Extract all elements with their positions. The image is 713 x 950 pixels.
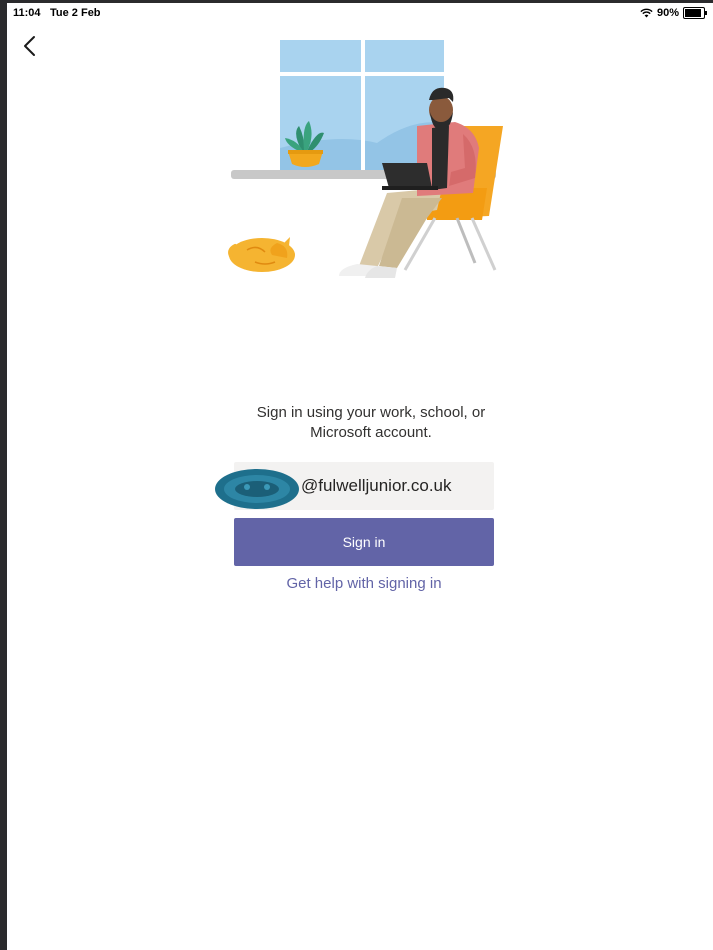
sign-in-button[interactable]: Sign in xyxy=(234,518,494,566)
get-help-link[interactable]: Get help with signing in xyxy=(234,575,494,592)
battery-icon xyxy=(683,7,707,19)
sign-in-prompt: Sign in using your work, school, or Micr… xyxy=(256,404,486,441)
battery-level xyxy=(685,9,702,17)
back-button[interactable] xyxy=(15,31,43,61)
email-domain-text: @fulwelljunior.co.uk xyxy=(301,476,452,495)
status-bar: 11:04 Tue 2 Feb 90% xyxy=(7,3,713,23)
status-time: 11:04 xyxy=(13,7,41,19)
battery-percentage: 90% xyxy=(656,7,679,19)
status-indicators: 90% xyxy=(640,7,707,19)
redaction-mark xyxy=(215,469,299,509)
sign-in-illustration xyxy=(228,40,503,278)
status-date: Tue 2 Feb xyxy=(50,7,101,19)
wifi-icon xyxy=(640,8,653,18)
chevron-left-icon xyxy=(24,36,35,56)
app-screen: 11:04 Tue 2 Feb 90% Sign in using your w… xyxy=(7,3,713,950)
